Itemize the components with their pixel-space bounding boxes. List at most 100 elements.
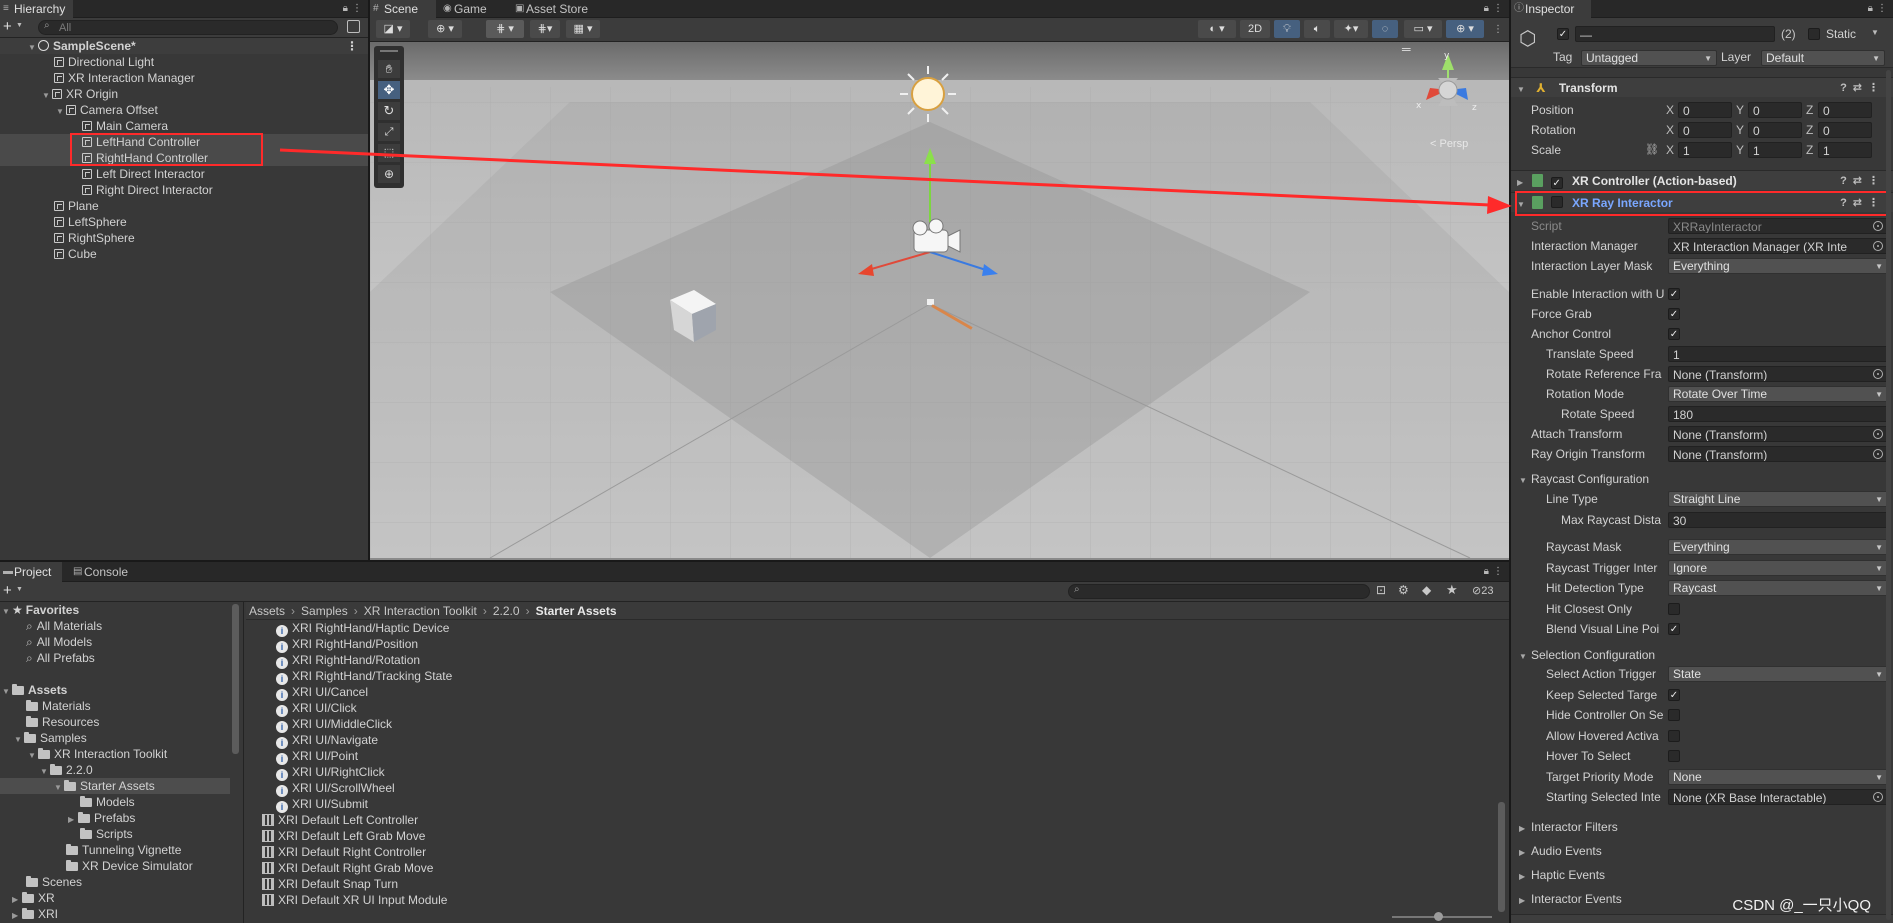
property-dropdown[interactable]: Everything <box>1668 539 1888 555</box>
asset-item[interactable]: i XRI UI/Cancel <box>276 684 368 701</box>
tab-asset-store[interactable]: ▣ Asset Store <box>512 0 596 18</box>
asset-item[interactable]: XRI Default Snap Turn <box>262 876 398 892</box>
folder-item[interactable]: Scenes <box>26 874 82 890</box>
object-picker-icon[interactable] <box>1873 792 1883 802</box>
icon-size-slider[interactable] <box>1392 912 1492 921</box>
file-list-scrollbar[interactable] <box>1498 802 1505 912</box>
property-dropdown[interactable]: Raycast <box>1668 580 1888 596</box>
lock-icon[interactable]: 🔒︎ <box>1484 563 1489 581</box>
transform-z-field[interactable]: 1 <box>1818 142 1872 158</box>
link-icon[interactable]: ⛓︎ <box>1645 141 1659 159</box>
hierarchy-item[interactable]: Right Direct Interactor <box>0 182 368 198</box>
breadcrumb-item[interactable]: 2.2.0 <box>493 604 520 618</box>
hierarchy-item[interactable]: Cube <box>0 246 368 262</box>
scene-kebab-icon[interactable]: ⋮ <box>346 38 358 54</box>
kebab-menu-icon[interactable]: ⋮ <box>1493 0 1503 18</box>
property-dropdown[interactable]: Rotate Over Time <box>1668 386 1888 402</box>
chevron-right-icon[interactable]: ▶ <box>1517 173 1529 193</box>
add-icon[interactable]: + <box>3 582 12 600</box>
hierarchy-item[interactable]: Main Camera <box>0 118 368 134</box>
rotate-tool-icon[interactable]: ↻ <box>378 102 400 120</box>
project-search-input[interactable]: ⌕ <box>1068 584 1370 599</box>
transform-z-field[interactable]: 0 <box>1818 122 1872 138</box>
asset-item[interactable]: XRI Default XR UI Input Module <box>262 892 447 908</box>
draw-mode-dropdown[interactable]: ◪ ▾ <box>376 20 410 38</box>
object-field[interactable]: None (Transform) <box>1668 426 1888 442</box>
asset-item[interactable]: i XRI UI/Point <box>276 748 358 765</box>
object-field[interactable]: None (Transform) <box>1668 446 1888 462</box>
property-checkbox[interactable]: ✓ <box>1668 308 1680 320</box>
asset-item[interactable]: i XRI RightHand/Tracking State <box>276 668 452 685</box>
transform-x-field[interactable]: 0 <box>1678 102 1732 118</box>
collapsed-section[interactable]: ▶ Interactor Events <box>1519 890 1622 908</box>
camera-settings-icon[interactable]: ▭ ▾ <box>1404 20 1442 38</box>
transform-header[interactable]: ▼ ⅄ Transform ?⇄⋮ <box>1511 77 1893 97</box>
collapsed-section[interactable]: ▶ Haptic Events <box>1519 866 1605 884</box>
collapsed-section[interactable]: ▶ Interactor Filters <box>1519 818 1618 836</box>
object-picker-icon[interactable] <box>1873 241 1883 251</box>
scene-kebab-icon[interactable]: ⋮ <box>1493 21 1503 39</box>
asset-item[interactable]: XRI Default Left Controller <box>262 812 418 828</box>
object-field[interactable]: None (XR Base Interactable) <box>1668 789 1888 805</box>
component-header-icons[interactable]: ?⇄⋮ <box>1840 78 1885 98</box>
name-field[interactable]: — <box>1575 26 1775 42</box>
overlay-menu-icon[interactable]: ═ <box>1402 42 1411 56</box>
chevron-down-icon[interactable]: ▼ <box>1517 80 1529 100</box>
property-dropdown[interactable]: Everything <box>1668 258 1888 274</box>
hierarchy-item[interactable]: Directional Light <box>0 54 368 70</box>
toggle-2d-button[interactable]: 2D <box>1240 20 1270 38</box>
lock-icon[interactable]: 🔒︎ <box>1868 0 1873 18</box>
tab-inspector[interactable]: ⓘ Inspector <box>1511 0 1591 18</box>
layer-dropdown[interactable]: Default <box>1761 50 1885 66</box>
static-dropdown-icon[interactable]: ▼ <box>1871 28 1879 37</box>
gizmo-x-arrow[interactable] <box>858 264 874 276</box>
hierarchy-item[interactable]: Left Direct Interactor <box>0 166 368 182</box>
kebab-menu-icon[interactable]: ⋮ <box>352 0 362 18</box>
chevron-down-icon[interactable]: ▼ <box>14 732 24 748</box>
folder-item[interactable]: ▼ XR Interaction Toolkit <box>28 746 167 762</box>
favorite-star-icon[interactable]: ★ <box>1446 582 1458 598</box>
property-checkbox[interactable] <box>1668 602 1680 615</box>
persp-label[interactable]: < Persp <box>1430 138 1468 150</box>
asset-item[interactable]: i XRI RightHand/Haptic Device <box>276 620 449 637</box>
scene-viewport[interactable]: y x z < Persp ═ ✋︎ ✥ ↻ ⤢ ⬚ ⊕ <box>370 42 1509 558</box>
property-checkbox[interactable]: ✓ <box>1668 288 1680 300</box>
tab-console[interactable]: ▤ Console <box>70 562 136 582</box>
property-checkbox[interactable]: ✓ <box>1668 688 1680 701</box>
chevron-down-icon[interactable]: ▼ <box>54 780 64 796</box>
asset-item[interactable]: i XRI UI/RightClick <box>276 764 385 781</box>
property-text-field[interactable]: 180 <box>1668 406 1888 422</box>
move-gizmo[interactable] <box>850 142 1010 282</box>
object-picker-icon[interactable] <box>1873 221 1883 231</box>
lock-icon[interactable]: 🔒︎ <box>343 0 348 18</box>
folder-tree-scrollbar[interactable] <box>232 604 239 754</box>
audio-toggle-icon[interactable]: 🔈︎ <box>1304 20 1330 38</box>
hand-tool-icon[interactable]: ✋︎ <box>378 60 400 78</box>
folder-item-selected[interactable]: ▼ Starter Assets <box>0 778 230 794</box>
folder-item[interactable]: Materials <box>26 698 91 714</box>
object-picker-icon[interactable] <box>1873 429 1883 439</box>
asset-item[interactable]: XRI Default Right Controller <box>262 844 426 860</box>
object-picker-icon[interactable] <box>1873 449 1883 459</box>
property-checkbox[interactable]: ✓ <box>1668 328 1680 340</box>
global-local-dropdown[interactable]: ⊕ ▾ <box>428 20 462 38</box>
effects-dropdown-icon[interactable]: ✦▾ <box>1334 20 1368 38</box>
rect-tool-icon[interactable]: ⬚ <box>378 144 400 162</box>
hierarchy-item[interactable]: LeftSphere <box>0 214 368 230</box>
transform-x-field[interactable]: 0 <box>1678 122 1732 138</box>
palette-handle[interactable] <box>380 50 398 52</box>
kebab-menu-icon[interactable]: ⋮ <box>1493 563 1503 581</box>
orientation-gizmo[interactable]: y x z <box>1408 48 1488 128</box>
grid-snap-button[interactable]: ⋕ ▾ <box>486 20 524 38</box>
search-by-label-icon[interactable]: ⚙︎ <box>1398 583 1409 597</box>
property-text-field[interactable]: 1 <box>1668 346 1888 362</box>
collapsed-section[interactable]: ▶ Audio Events <box>1519 842 1602 860</box>
folder-item[interactable]: ▼ 2.2.0 <box>40 762 93 778</box>
folder-item[interactable]: ▶ Prefabs <box>68 810 135 826</box>
gizmo-z-arrow[interactable] <box>982 264 998 276</box>
asset-item[interactable]: i XRI UI/Navigate <box>276 732 378 749</box>
chevron-down-icon[interactable]: ▼ <box>28 748 38 764</box>
property-checkbox[interactable] <box>1668 709 1680 721</box>
transform-y-field[interactable]: 1 <box>1748 142 1802 158</box>
tab-scene[interactable]: # Scene <box>370 0 436 18</box>
